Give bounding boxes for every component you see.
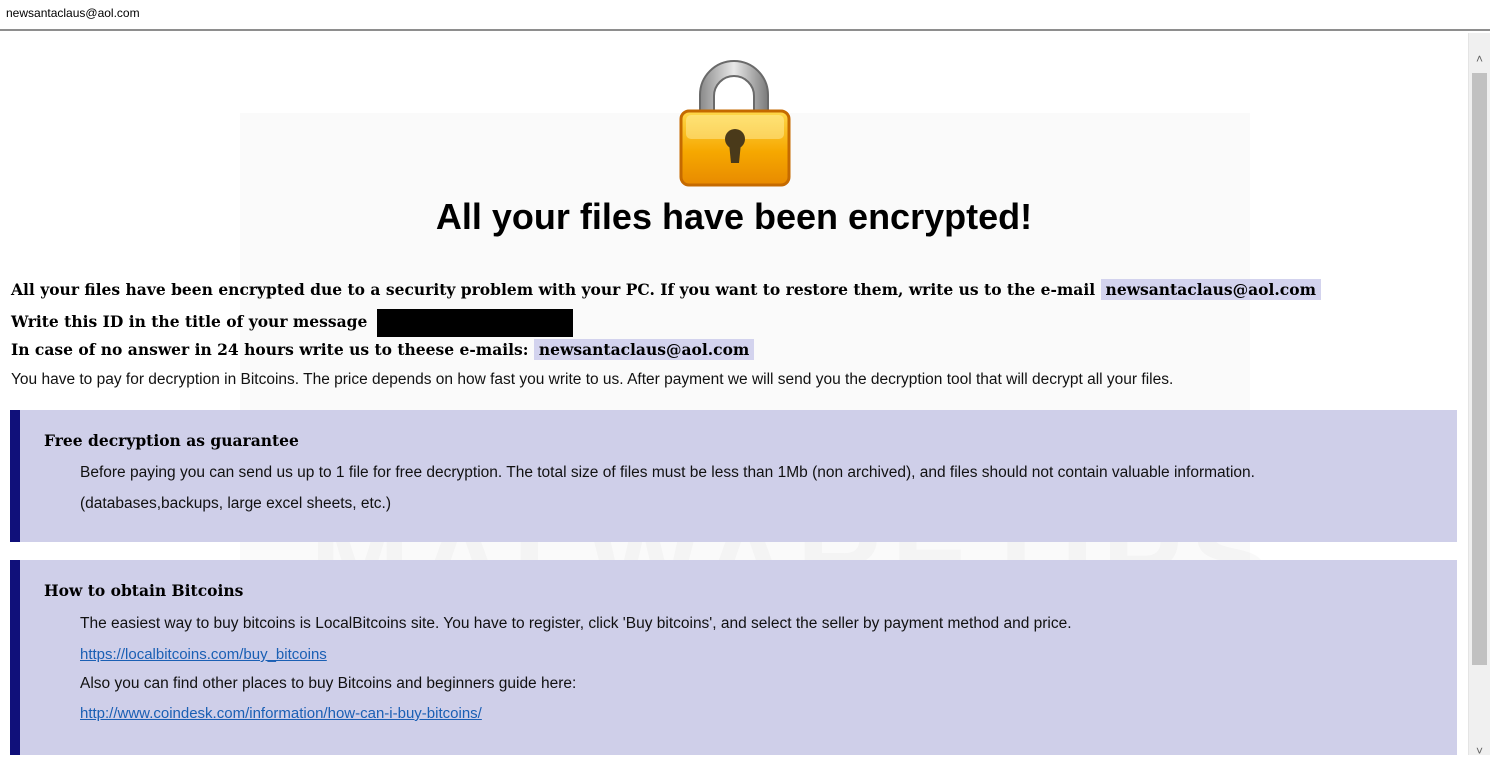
free-decryption-text-1: Before paying you can send us up to 1 fi… bbox=[80, 464, 1255, 481]
note-line-2: Write this ID in the title of your messa… bbox=[11, 309, 573, 337]
vertical-scrollbar[interactable]: ˄ ˅ bbox=[1468, 33, 1490, 758]
page-title: All your files have been encrypted! bbox=[435, 196, 1033, 237]
free-decryption-title: Free decryption as guarantee bbox=[44, 431, 299, 450]
window-titlebar: newsantaclaus@aol.com bbox=[0, 0, 1490, 31]
coindesk-link[interactable]: http://www.coindesk.com/information/how-… bbox=[80, 705, 482, 722]
note-line-4: You have to pay for decryption in Bitcoi… bbox=[11, 371, 1174, 388]
obtain-bitcoins-text-1: The easiest way to buy bitcoins is Local… bbox=[80, 615, 1072, 632]
free-decryption-text-2: (databases,backups, large excel sheets, … bbox=[80, 495, 392, 512]
ransom-note-viewport: MALWARETIPS All your files have been enc… bbox=[0, 33, 1468, 755]
note-line-2-text: Write this ID in the title of your messa… bbox=[11, 312, 368, 331]
scrollbar-thumb[interactable] bbox=[1472, 73, 1487, 665]
obtain-bitcoins-title: How to obtain Bitcoins bbox=[44, 581, 244, 600]
obtain-bitcoins-text-2: Also you can find other places to buy Bi… bbox=[80, 675, 577, 692]
note-line-3-text: In case of no answer in 24 hours write u… bbox=[11, 340, 529, 359]
localbitcoins-link[interactable]: https://localbitcoins.com/buy_bitcoins bbox=[80, 646, 327, 663]
window-title: newsantaclaus@aol.com bbox=[6, 6, 140, 20]
contact-email-secondary[interactable]: newsantaclaus@aol.com bbox=[533, 339, 755, 360]
contact-email-primary[interactable]: newsantaclaus@aol.com bbox=[1100, 279, 1321, 300]
obtain-bitcoins-panel: How to obtain Bitcoins The easiest way t… bbox=[10, 560, 1457, 755]
note-line-1-text: All your files have been encrypted due t… bbox=[11, 280, 1096, 299]
chevron-up-icon[interactable]: ˄ bbox=[1469, 49, 1490, 69]
note-line-3: In case of no answer in 24 hours write u… bbox=[11, 339, 755, 361]
redacted-id bbox=[376, 309, 573, 337]
note-line-1: All your files have been encrypted due t… bbox=[11, 279, 1321, 301]
free-decryption-panel: Free decryption as guarantee Before payi… bbox=[10, 410, 1457, 542]
chevron-down-icon[interactable]: ˅ bbox=[1469, 741, 1490, 761]
padlock-icon bbox=[679, 60, 791, 187]
